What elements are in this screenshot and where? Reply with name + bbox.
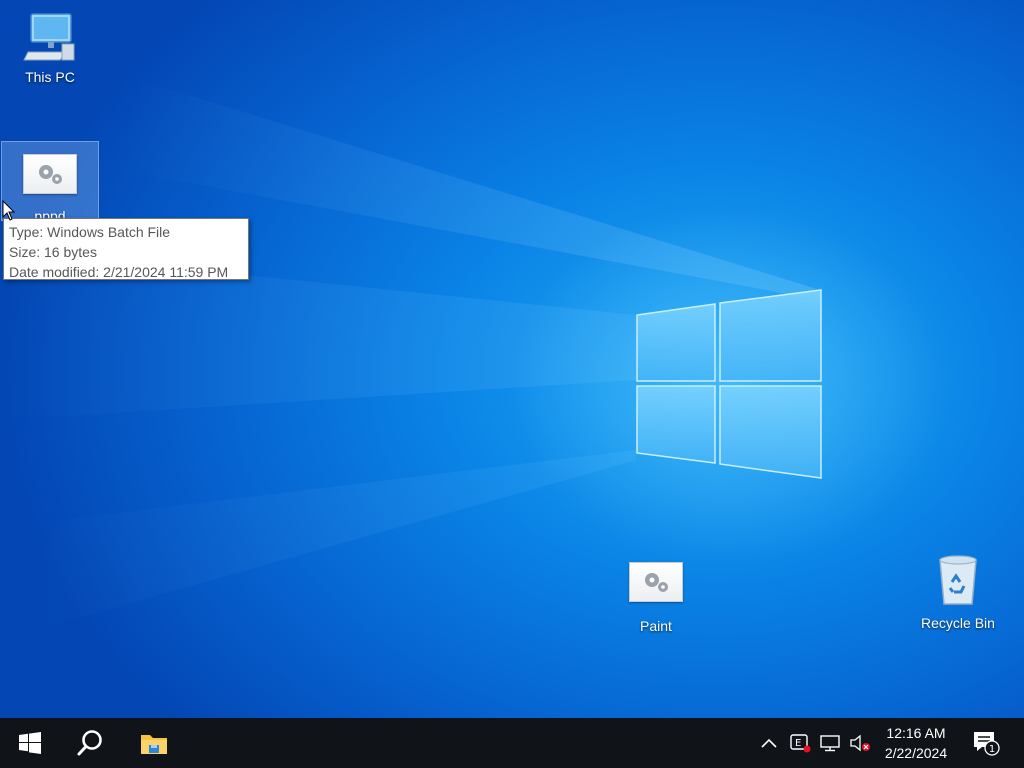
desktop-icon-pppd[interactable]: pppd	[1, 141, 99, 224]
computer-icon	[23, 13, 75, 61]
desktop-icon-label: This PC	[25, 69, 75, 85]
search-icon	[77, 730, 102, 756]
windows-logo-wallpaper	[636, 289, 822, 479]
wallpaper-light-beams	[0, 80, 950, 640]
search-button[interactable]	[62, 718, 118, 768]
svg-text:E: E	[795, 738, 801, 749]
tooltip-type: Type: Windows Batch File	[9, 224, 171, 240]
file-info-tooltip: Type: Windows Batch File Size: 16 bytes …	[3, 218, 249, 280]
input-indicator-button[interactable]: E	[786, 718, 814, 768]
network-button[interactable]	[816, 718, 844, 768]
network-icon	[820, 735, 840, 752]
desktop[interactable]: This PC pppd Paint Recycle Bin Type: Win…	[0, 0, 1024, 718]
clock-button[interactable]: 12:16 AM 2/22/2024	[872, 718, 960, 768]
tooltip-date-modified: Date modified: 2/21/2024 11:59 PM	[9, 264, 229, 280]
clock-date: 2/22/2024	[884, 745, 948, 761]
action-center-button[interactable]: 1	[964, 718, 1008, 768]
windows-logo-icon	[19, 732, 41, 754]
recycle-bin-icon	[939, 555, 977, 605]
show-hidden-icons-button[interactable]	[756, 718, 782, 768]
desktop-icon-paint[interactable]: Paint	[608, 560, 704, 634]
desktop-icon-label: Paint	[640, 618, 672, 634]
action-center-icon: 1	[974, 732, 1000, 756]
desktop-icon-recycle-bin[interactable]: Recycle Bin	[910, 552, 1006, 631]
tooltip-size: Size: 16 bytes	[9, 244, 97, 260]
batch-file-icon	[629, 562, 683, 602]
batch-file-icon	[23, 154, 77, 194]
desktop-icon-this-pc[interactable]: This PC	[2, 10, 98, 85]
volume-button[interactable]	[846, 718, 874, 768]
mouse-pointer-icon	[2, 200, 16, 221]
file-explorer-icon	[141, 735, 167, 754]
start-button[interactable]	[0, 718, 60, 768]
desktop-icon-label: Recycle Bin	[921, 615, 995, 631]
chevron-up-icon	[761, 738, 777, 748]
file-explorer-button[interactable]	[124, 718, 184, 768]
notification-count-badge: 1	[989, 744, 995, 755]
keyboard-layout-icon: E	[790, 734, 811, 753]
volume-muted-icon	[850, 734, 870, 752]
taskbar: E 12:16 AM 2/22/2024 1	[0, 718, 1024, 768]
clock-time: 12:16 AM	[886, 725, 946, 741]
